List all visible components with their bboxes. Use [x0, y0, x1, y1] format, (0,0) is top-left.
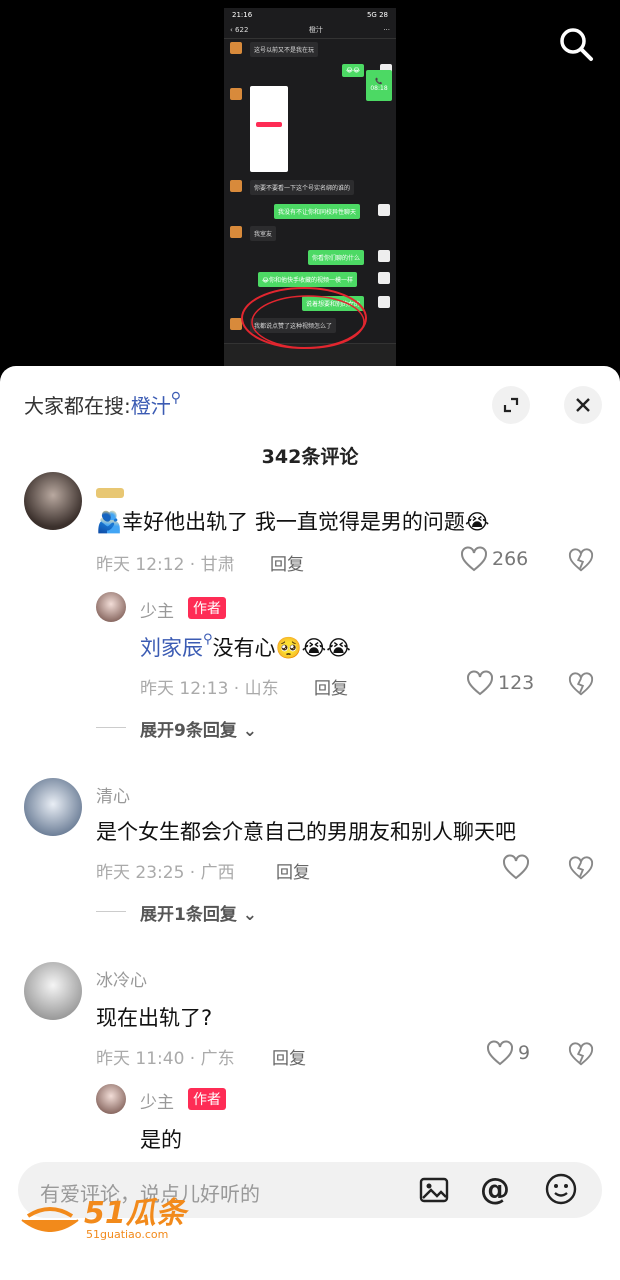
- like-button[interactable]: [502, 854, 530, 884]
- reply-author-name[interactable]: 少主: [140, 597, 174, 622]
- search-small-icon: ⚲: [170, 390, 182, 406]
- trending-search-term[interactable]: 橙汁: [131, 394, 171, 418]
- dislike-button[interactable]: [568, 671, 594, 701]
- red-circle-annotation: [241, 287, 367, 349]
- chat-more-icon: ···: [383, 26, 390, 34]
- chat-header: ‹ 622 橙汁 ···: [224, 22, 396, 39]
- watermark-brand: 51瓜条: [84, 1196, 186, 1231]
- expand-replies-button[interactable]: 展开1条回复 ⌄: [140, 900, 257, 925]
- close-button[interactable]: [564, 386, 602, 424]
- emoji-button[interactable]: [544, 1172, 578, 1210]
- like-button[interactable]: 123: [466, 670, 534, 696]
- like-button[interactable]: 9: [486, 1040, 530, 1066]
- comment-text: 是个女生都会介意自己的男朋友和别人聊天吧: [96, 820, 516, 844]
- video-player[interactable]: 21:16 5G 28 ‹ 622 橙汁 ··· 这号以前又不是我在玩 😂😂 📞…: [0, 0, 620, 380]
- broken-heart-icon: [568, 548, 594, 572]
- avatar[interactable]: [24, 472, 82, 530]
- trending-search-prefix: 大家都在搜:: [24, 394, 131, 418]
- mention-icon[interactable]: @: [480, 1172, 510, 1207]
- user-level-badge: [96, 488, 124, 498]
- phone-battery: 28: [379, 11, 388, 19]
- expand-button[interactable]: [492, 386, 530, 424]
- chat-message: 😂😂: [342, 64, 365, 77]
- comment-time: 昨天 12:12 · 甘肃: [96, 555, 235, 575]
- like-count: 123: [498, 672, 535, 694]
- dislike-button[interactable]: [568, 855, 594, 885]
- chat-avatar: [230, 226, 242, 238]
- author-badge: 作者: [188, 1088, 226, 1110]
- chat-image-message: [250, 86, 288, 172]
- heart-icon: [467, 670, 493, 696]
- reply-button[interactable]: 回复: [272, 1044, 306, 1069]
- comment-text: 现在出轨了?: [96, 1006, 213, 1030]
- melon-logo-icon: [21, 1207, 79, 1232]
- watermark-logo: 51瓜条 51guatiao.com: [20, 1188, 186, 1241]
- author-badge: 作者: [188, 597, 226, 619]
- chat-avatar: [378, 296, 390, 308]
- heart-icon: [461, 546, 487, 572]
- broken-heart-icon: [568, 672, 594, 696]
- comment-sheet: 大家都在搜:橙汁⚲ 342条评论 🫂幸好他出轨了 我一直觉得是男的问题😭 昨天 …: [0, 366, 620, 1280]
- reply-time: 昨天 12:13 · 山东: [140, 679, 279, 699]
- expand-icon: [503, 397, 519, 413]
- comment-time: 昨天 11:40 · 广东: [96, 1049, 235, 1069]
- chat-avatar: [378, 250, 390, 262]
- avatar[interactable]: [96, 1084, 126, 1114]
- heart-icon: [487, 1040, 513, 1066]
- chevron-down-icon: ⌄: [242, 905, 258, 925]
- reply-button[interactable]: 回复: [270, 550, 304, 575]
- divider: [96, 727, 126, 728]
- comment-text: 🫂幸好他出轨了 我一直觉得是男的问题😭: [96, 510, 490, 534]
- dislike-button[interactable]: [568, 547, 594, 577]
- phone-time: 21:16: [232, 11, 253, 19]
- like-count: 9: [518, 1042, 531, 1064]
- reply-button[interactable]: 回复: [314, 674, 348, 699]
- trending-search[interactable]: 大家都在搜:橙汁⚲: [24, 390, 181, 419]
- close-icon: [576, 398, 590, 412]
- avatar[interactable]: [24, 778, 82, 836]
- image-icon: [419, 1177, 449, 1203]
- comment-author-name[interactable]: 冰冷心: [96, 966, 147, 991]
- reply-text: 没有心🥺😭😭: [212, 636, 351, 660]
- comment-time: 昨天 23:25 · 广西: [96, 863, 235, 883]
- mention-link[interactable]: 刘家辰: [140, 636, 203, 660]
- like-count: 266: [492, 548, 529, 570]
- chat-message: 这号以前又不是我在玩: [250, 42, 319, 57]
- chat-message: 我室友: [250, 226, 277, 241]
- divider: [96, 911, 126, 912]
- chat-title: 橙汁: [308, 26, 323, 34]
- reply-button[interactable]: 回复: [276, 858, 310, 883]
- comment-author-name[interactable]: 清心: [96, 782, 130, 807]
- search-icon[interactable]: [556, 24, 596, 64]
- heart-icon: [503, 854, 529, 880]
- chat-avatar: [378, 272, 390, 284]
- avatar[interactable]: [96, 592, 126, 622]
- chat-call-bubble: 📞 08:18: [366, 70, 392, 101]
- broken-heart-icon: [568, 1042, 594, 1066]
- dislike-button[interactable]: [568, 1041, 594, 1071]
- chat-message: 你要不要看一下这个号实名绑的谁的: [250, 180, 355, 195]
- chat-avatar: [230, 88, 242, 100]
- like-button[interactable]: 266: [460, 546, 528, 572]
- chat-back-count: 622: [235, 26, 249, 34]
- expand-replies-button[interactable]: 展开9条回复 ⌄: [140, 716, 257, 741]
- broken-heart-icon: [568, 856, 594, 880]
- chat-avatar: [378, 204, 390, 216]
- chat-message: 你看你们聊的什么: [308, 250, 365, 265]
- phone-signal: 5G: [366, 11, 377, 19]
- avatar[interactable]: [24, 962, 82, 1020]
- chevron-down-icon: ⌄: [242, 721, 258, 741]
- chat-avatar: [230, 42, 242, 54]
- search-small-icon: ⚲: [203, 632, 213, 647]
- phone-status-bar: 21:16 5G 28: [224, 8, 396, 22]
- chat-message: 我没有不让你和同校异性聊天: [274, 204, 361, 219]
- emoji-icon: [545, 1173, 577, 1205]
- image-button[interactable]: [418, 1174, 450, 1210]
- comment-count: 342条评论: [261, 446, 359, 468]
- chat-avatar: [230, 180, 242, 192]
- reply-author-name[interactable]: 少主: [140, 1088, 174, 1113]
